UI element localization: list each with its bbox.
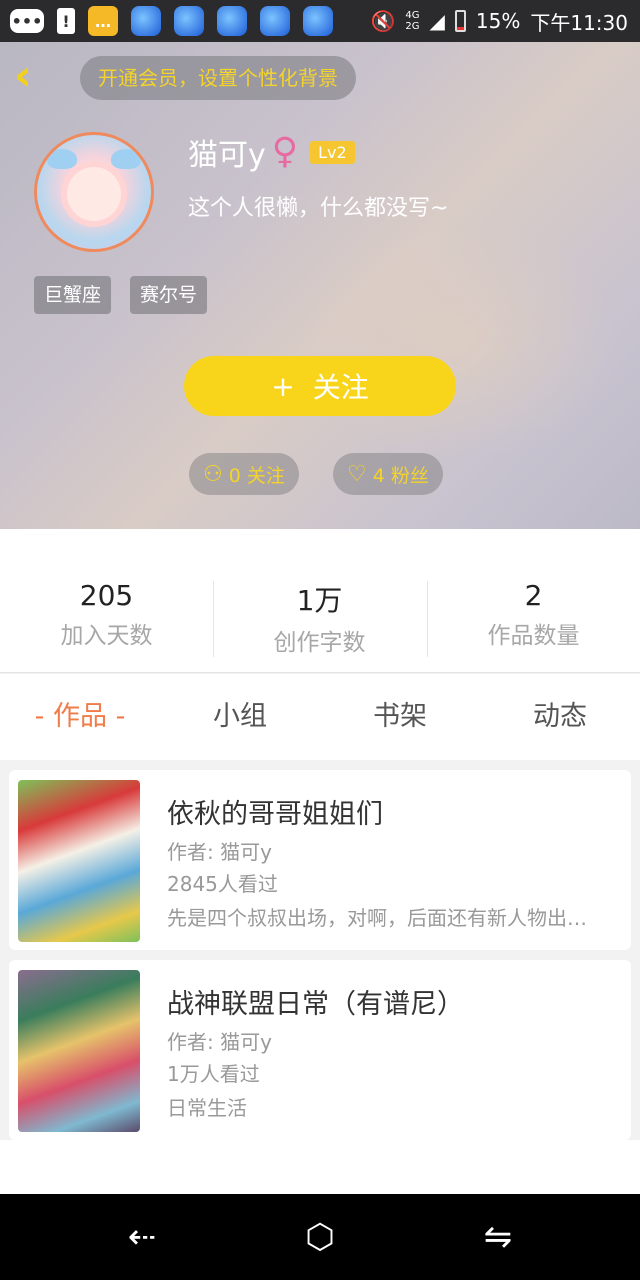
stat-value: 1万 <box>296 584 343 617</box>
chat-bubble-icon: ••• <box>10 9 44 33</box>
signal-icon: ◢ <box>429 9 445 33</box>
stat-word-count: 1万 创作字数 <box>213 579 426 657</box>
message-icon: … <box>88 6 118 36</box>
nav-back-icon[interactable]: ⇠ <box>117 1212 167 1262</box>
stat-label: 加入天数 <box>60 623 153 649</box>
level-badge: Lv2 <box>310 140 355 164</box>
stat-value: 2 <box>524 579 543 612</box>
work-description: 日常生活 <box>167 1096 247 1120</box>
system-nav-bar: ⇠ ⬡ ⇋ <box>0 1194 640 1280</box>
work-author: 作者: 猫可y <box>167 840 272 864</box>
tab-activity[interactable]: 动态 <box>480 674 640 760</box>
username: 猫可y <box>188 138 266 173</box>
planet-app-icon <box>260 6 290 36</box>
heart-icon: ♡ <box>347 461 367 487</box>
list-item[interactable]: 依秋的哥哥姐姐们 作者: 猫可y 2845人看过 先是四个叔叔出场，对啊，后面还… <box>9 770 631 950</box>
stats-panel: 205 加入天数 1万 创作字数 2 作品数量 <box>0 529 640 673</box>
stat-label: 创作字数 <box>273 630 366 656</box>
back-chevron-icon[interactable]: ‹ <box>14 54 54 100</box>
work-views: 2845人看过 <box>167 872 278 896</box>
stat-value: 205 <box>79 579 134 612</box>
work-title: 依秋的哥哥姐姐们 <box>167 799 383 830</box>
female-gender-icon: ♀ <box>271 131 299 172</box>
status-bar: ••• ! … 🔇 4G 2G ◢ 15% 下午11:30 <box>0 0 640 42</box>
nav-recent-apps-icon[interactable]: ⇋ <box>473 1212 523 1262</box>
network-indicator: 4G 2G <box>405 10 420 32</box>
fans-count-button[interactable]: ♡ 4 粉丝 <box>333 453 443 495</box>
tag-interest: 赛尔号 <box>130 276 208 314</box>
avatar-face <box>67 167 121 221</box>
plus-icon: + <box>271 369 295 403</box>
battery-icon <box>454 10 466 32</box>
planet-app-icon <box>131 6 161 36</box>
work-description: 先是四个叔叔出场，对啊，后面还有新人物出… <box>167 906 587 930</box>
avatar[interactable] <box>34 132 154 252</box>
work-author: 作者: 猫可y <box>167 1030 272 1054</box>
stat-label: 作品数量 <box>487 623 580 649</box>
avatar-ribbon <box>111 149 141 169</box>
signature: 这个人很懒，什么都没写~ <box>188 196 449 221</box>
planet-app-icon <box>174 6 204 36</box>
following-count: 0 关注 <box>228 464 285 487</box>
alert-icon: ! <box>57 8 75 34</box>
profile-header: ‹ 开通会员，设置个性化背景 猫可y ♀ Lv2 这个人很懒，什么都没写~ 巨蟹… <box>0 42 640 529</box>
works-list: 依秋的哥哥姐姐们 作者: 猫可y 2845人看过 先是四个叔叔出场，对啊，后面还… <box>0 760 640 1140</box>
vip-banner[interactable]: 开通会员，设置个性化背景 <box>80 56 356 100</box>
battery-percent: 15% <box>475 9 521 33</box>
fans-count: 4 粉丝 <box>372 464 429 487</box>
tab-groups[interactable]: 小组 <box>160 674 320 760</box>
tab-works[interactable]: - 作品 - <box>0 674 160 760</box>
work-cover-image <box>18 780 140 942</box>
stat-join-days: 205 加入天数 <box>0 579 213 650</box>
profile-tabs: - 作品 - 小组 书架 动态 <box>0 674 640 760</box>
avatar-ribbon <box>47 149 77 169</box>
planet-app-icon <box>303 6 333 36</box>
mute-icon: 🔇 <box>370 9 396 33</box>
following-count-button[interactable]: ⚇ 0 关注 <box>189 453 299 495</box>
work-views: 1万人看过 <box>167 1062 260 1086</box>
work-cover-image <box>18 970 140 1132</box>
follow-label: 关注 <box>312 371 369 404</box>
list-item[interactable]: 战神联盟日常（有谱尼） 作者: 猫可y 1万人看过 日常生活 <box>9 960 631 1140</box>
tab-bookshelf[interactable]: 书架 <box>320 674 480 760</box>
planet-app-icon <box>217 6 247 36</box>
bottom-spacer <box>0 1140 640 1194</box>
follow-button[interactable]: + 关注 <box>184 356 456 416</box>
stat-works-count: 2 作品数量 <box>427 579 640 650</box>
username-row: 猫可y ♀ Lv2 <box>188 130 355 174</box>
clock: 下午11:30 <box>530 10 628 35</box>
add-user-icon: ⚇ <box>203 461 223 487</box>
nav-home-icon[interactable]: ⬡ <box>295 1212 345 1262</box>
work-title: 战神联盟日常（有谱尼） <box>167 989 464 1020</box>
tag-constellation: 巨蟹座 <box>34 276 112 314</box>
